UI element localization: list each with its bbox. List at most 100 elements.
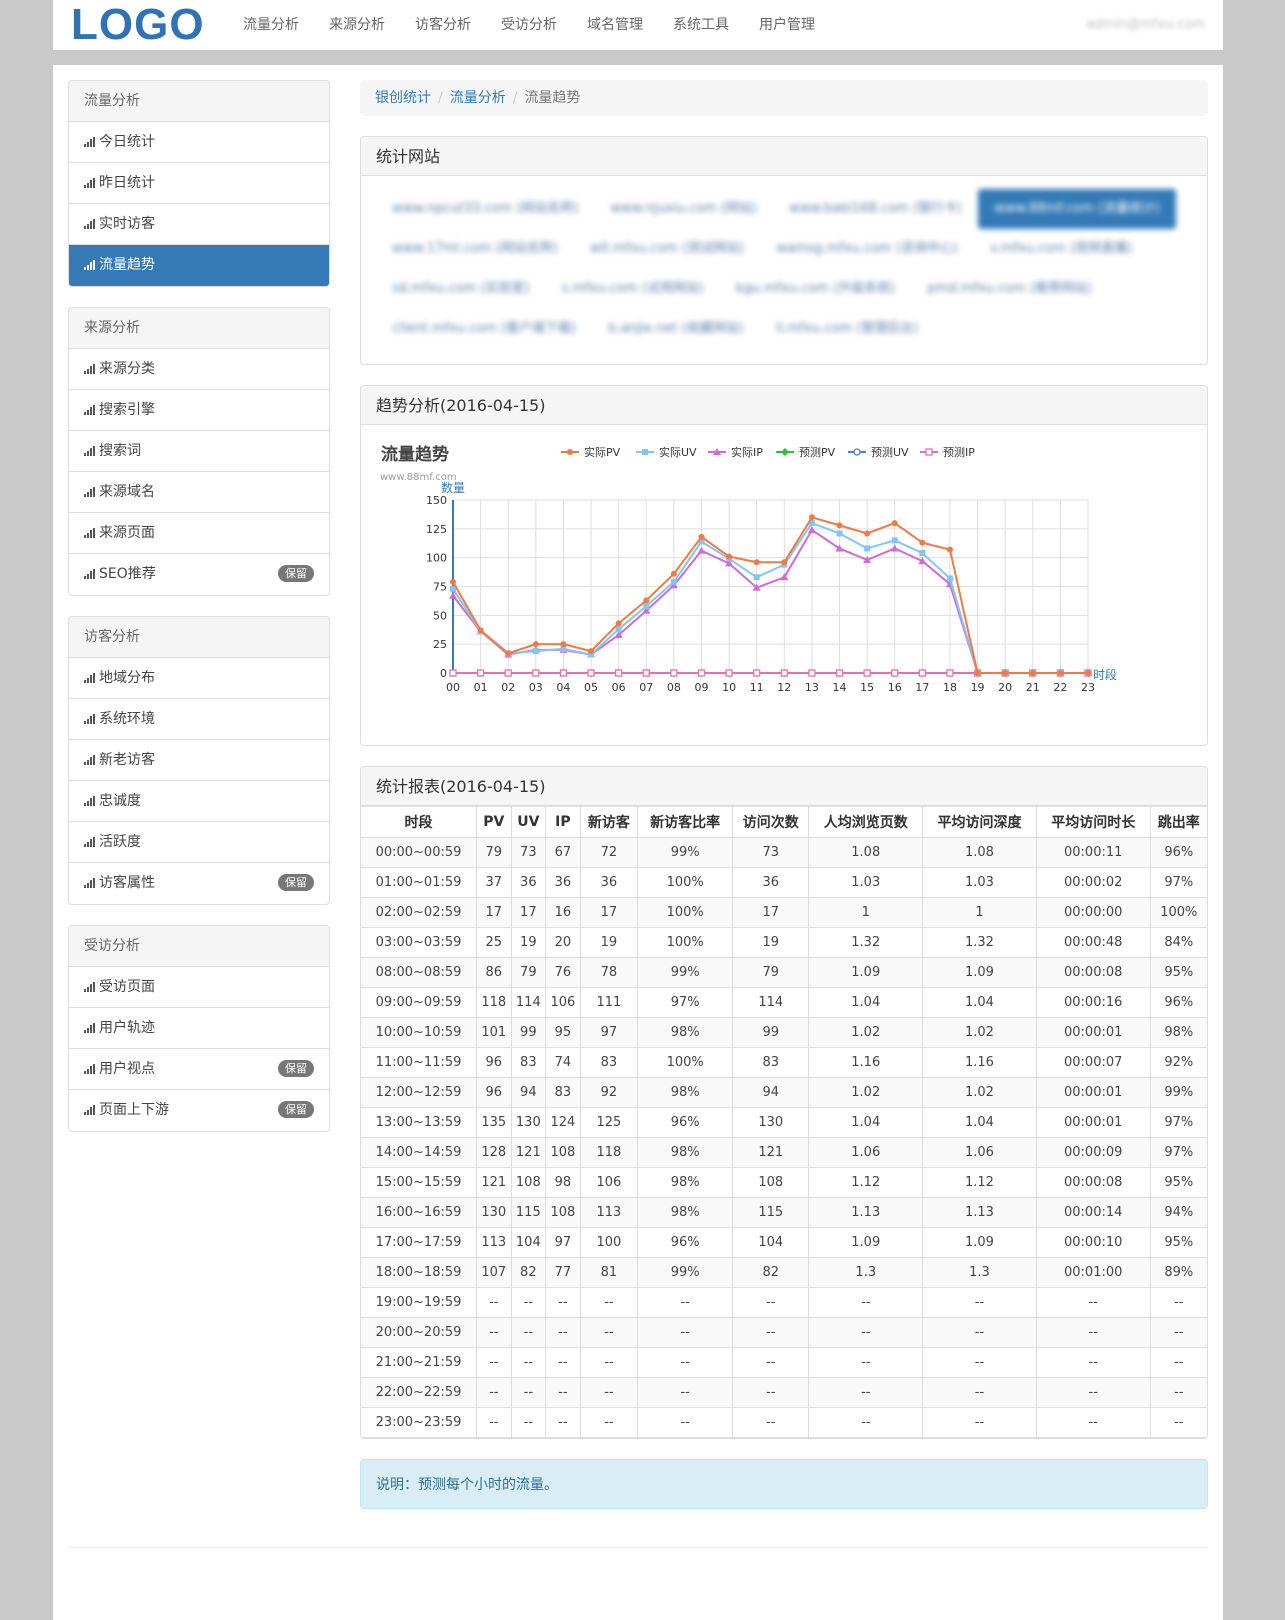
data-point[interactable]	[1002, 670, 1009, 676]
data-point[interactable]	[697, 669, 706, 677]
data-point[interactable]	[450, 578, 456, 585]
sidebar-item[interactable]: 昨日统计	[69, 163, 329, 204]
data-point[interactable]	[505, 650, 512, 657]
breadcrumb-home[interactable]: 银创统计	[375, 90, 431, 106]
column-header[interactable]: UV	[510, 806, 547, 838]
data-point[interactable]	[835, 669, 844, 677]
legend-label[interactable]: 实际PV	[584, 445, 621, 459]
column-header[interactable]: PV	[476, 806, 512, 838]
data-point[interactable]	[781, 559, 788, 566]
user-email[interactable]: admin@mfxu.com	[1086, 0, 1205, 50]
data-point[interactable]	[477, 627, 484, 634]
sidebar-item[interactable]: 活跃度	[69, 822, 329, 863]
data-point[interactable]	[476, 669, 485, 677]
logo[interactable]: LOGO	[71, 0, 205, 50]
sidebar-item[interactable]: 流量趋势	[69, 245, 329, 286]
data-point[interactable]	[615, 669, 623, 677]
top-nav-item[interactable]: 用户管理	[744, 0, 830, 50]
data-point[interactable]	[670, 669, 678, 677]
top-nav-item[interactable]: 系统工具	[658, 0, 744, 50]
legend-label[interactable]: 预测UV	[871, 446, 909, 459]
data-point[interactable]	[504, 669, 512, 677]
data-point[interactable]	[919, 539, 926, 546]
sidebar-item[interactable]: 地域分布	[69, 658, 329, 699]
data-point[interactable]	[836, 522, 843, 529]
site-link[interactable]: www.babi168.com (银行卡)	[773, 189, 978, 229]
data-point[interactable]	[946, 546, 953, 553]
data-point[interactable]	[725, 669, 733, 677]
data-point[interactable]	[864, 545, 871, 552]
data-point[interactable]	[698, 533, 705, 540]
sidebar-item[interactable]: 来源分类	[69, 349, 329, 390]
top-nav-item[interactable]: 域名管理	[572, 0, 658, 50]
data-point[interactable]	[532, 669, 540, 677]
column-header[interactable]: 人均浏览页数	[808, 806, 924, 838]
data-point[interactable]	[560, 641, 567, 648]
legend-label[interactable]: 预测IP	[943, 446, 975, 459]
data-point[interactable]	[670, 578, 677, 585]
sidebar-item[interactable]: 今日统计	[69, 122, 329, 163]
site-link[interactable]: www.17ml.com (网站名称)	[376, 229, 574, 269]
site-link[interactable]: client.mfxu.com (客户端下载)	[376, 309, 592, 349]
top-nav-item[interactable]: 来源分析	[314, 0, 400, 50]
site-link[interactable]: s.mfxu.com (试用网站)	[546, 269, 720, 309]
data-point[interactable]	[559, 669, 568, 677]
data-point[interactable]	[891, 537, 898, 544]
legend-marker[interactable]	[567, 449, 573, 455]
data-point[interactable]	[808, 514, 815, 521]
data-point[interactable]	[864, 530, 871, 537]
data-point[interactable]	[946, 575, 953, 582]
data-point[interactable]	[836, 530, 843, 537]
sidebar-item[interactable]: 访客属性 保留	[69, 863, 329, 904]
sidebar-item[interactable]: 来源页面	[69, 513, 329, 554]
site-link[interactable]: li.mfxu.com (管理后台)	[760, 309, 935, 349]
data-point[interactable]	[588, 648, 595, 655]
data-point[interactable]	[1057, 670, 1064, 676]
legend-marker[interactable]	[853, 448, 861, 456]
site-link[interactable]: www.njuxiu.com (网站)	[595, 189, 774, 229]
data-point[interactable]	[753, 559, 760, 566]
column-header[interactable]: 跳出率	[1149, 806, 1207, 838]
data-point[interactable]	[615, 626, 622, 633]
site-link[interactable]: www.npcut33.com (网站名称)	[376, 189, 595, 229]
legend-label[interactable]: 实际IP	[731, 445, 763, 459]
sidebar-item[interactable]: 受访页面	[69, 967, 329, 1008]
legend-marker[interactable]	[781, 448, 789, 456]
sidebar-item[interactable]: 搜索引擎	[69, 390, 329, 431]
data-point[interactable]	[532, 641, 539, 648]
sidebar-item[interactable]: 忠诚度	[69, 781, 329, 822]
top-nav-item[interactable]: 受访分析	[486, 0, 572, 50]
sidebar-item[interactable]: 实时访客	[69, 204, 329, 245]
legend-label[interactable]: 预测PV	[799, 446, 836, 459]
data-point[interactable]	[780, 669, 788, 677]
data-point[interactable]	[697, 546, 706, 554]
data-point[interactable]	[642, 669, 650, 677]
legend-marker[interactable]	[642, 449, 648, 455]
data-point[interactable]	[891, 669, 899, 677]
data-point[interactable]	[974, 670, 981, 676]
column-header[interactable]: IP	[545, 806, 581, 838]
site-link[interactable]: wamsg.mfxu.com (咨询中心)	[760, 229, 974, 269]
sidebar-item[interactable]: 页面上下游 保留	[69, 1090, 329, 1131]
data-point[interactable]	[946, 669, 954, 677]
site-link[interactable]: b.anjie.net (收藏网站)	[592, 309, 760, 349]
data-point[interactable]	[863, 669, 871, 677]
site-link[interactable]: w0.mfxu.com (测试网站)	[574, 229, 760, 269]
column-header[interactable]: 访问次数	[732, 806, 810, 838]
top-nav-item[interactable]: 流量分析	[228, 0, 314, 50]
sidebar-item[interactable]: 来源域名	[69, 472, 329, 513]
data-point[interactable]	[1085, 670, 1091, 676]
data-point[interactable]	[643, 597, 650, 604]
column-header[interactable]: 平均访问深度	[922, 806, 1037, 838]
breadcrumb-section[interactable]: 流量分析	[450, 90, 506, 106]
column-header[interactable]: 新访客比率	[637, 806, 734, 838]
data-point[interactable]	[670, 570, 677, 577]
data-point[interactable]	[1029, 670, 1036, 676]
sidebar-item[interactable]: SEO推荐 保留	[69, 554, 329, 595]
site-link[interactable]: www.88mf.com (流量统计)	[978, 189, 1176, 229]
top-nav-item[interactable]: 访客分析	[400, 0, 486, 50]
data-point[interactable]	[890, 544, 899, 552]
data-point[interactable]	[587, 669, 595, 677]
data-point[interactable]	[643, 603, 650, 610]
data-point[interactable]	[919, 550, 926, 557]
